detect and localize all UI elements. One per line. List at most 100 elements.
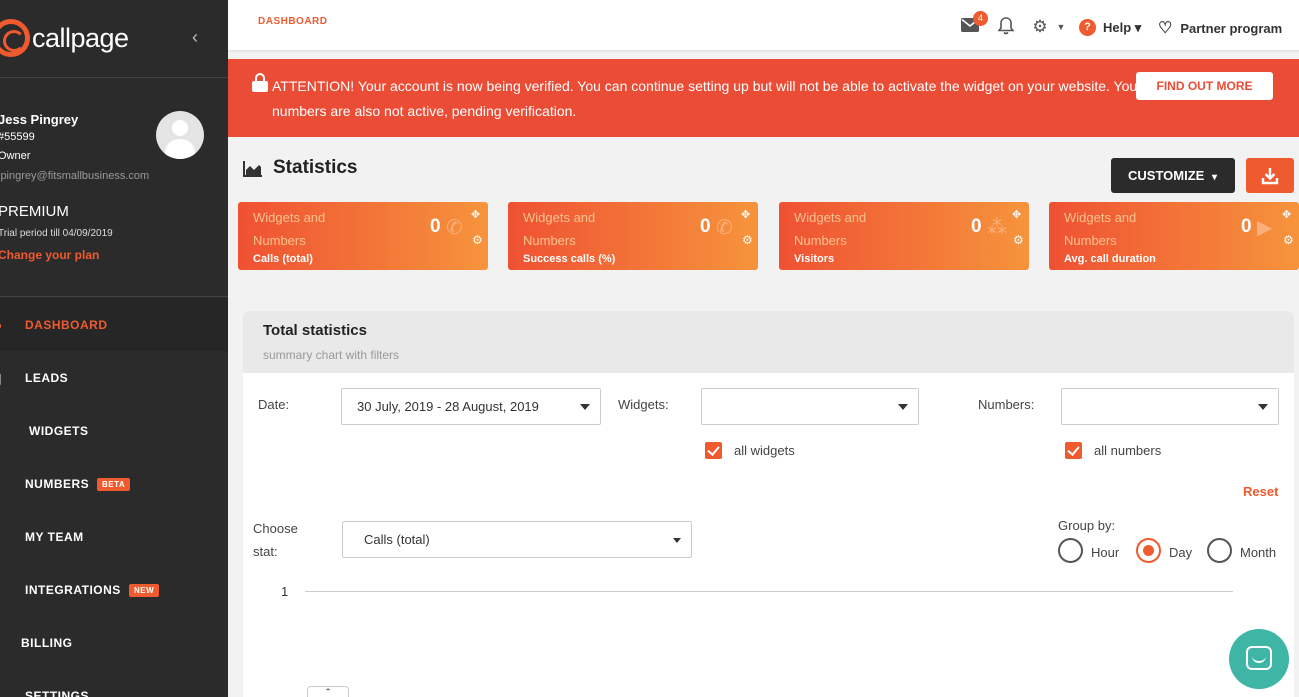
breadcrumb[interactable]: DASHBOARD (258, 16, 328, 27)
move-icon[interactable]: ✥ (471, 208, 480, 221)
chevron-down-icon (898, 404, 908, 410)
card-value: 0 (700, 216, 711, 237)
card-label: Success calls (%) (523, 253, 616, 265)
download-icon (1261, 168, 1279, 185)
panel-subtitle: summary chart with filters (263, 348, 400, 362)
stat-card-success-calls[interactable]: Widgets and Numbers Success calls (%) 0 … (508, 202, 758, 270)
radio-label: Hour (1091, 545, 1120, 560)
chevron-down-icon[interactable]: ▼ (1051, 17, 1071, 37)
all-widgets-label: all widgets (734, 443, 795, 458)
divider (0, 77, 228, 78)
chevron-down-icon (580, 404, 590, 410)
dashboard-icon: ● (0, 318, 8, 332)
card-title: Widgets and Numbers (1064, 210, 1137, 248)
nav-label: WIDGETS (29, 424, 89, 438)
download-button[interactable] (1246, 158, 1294, 193)
verification-alert: ATTENTION! Your account is now being ver… (228, 59, 1299, 137)
bell-icon[interactable] (996, 17, 1016, 37)
card-label: Visitors (794, 253, 835, 265)
chart-gridline (305, 591, 1233, 592)
user-email: jpingrey@fitsmallbusiness.com (0, 170, 150, 182)
gear-icon[interactable]: ⚙ (1030, 17, 1050, 37)
all-numbers-checkbox[interactable] (1065, 442, 1082, 459)
panel-header: Total statistics summary chart with filt… (243, 311, 1294, 373)
group-by-hour-radio[interactable] (1058, 538, 1083, 563)
statistics-title: Statistics (273, 157, 358, 178)
divider (0, 296, 228, 297)
nav-item-numbers[interactable]: • NUMBERS BETA (0, 457, 228, 510)
change-plan-link[interactable]: Change your plan (0, 248, 99, 262)
help-menu[interactable]: Help ▾ (1103, 20, 1141, 36)
card-title: Widgets and Numbers (523, 210, 596, 248)
chevron-down-icon (1258, 404, 1268, 410)
card-value: 0 (971, 216, 982, 237)
move-icon[interactable]: ✥ (741, 208, 750, 221)
help-icon[interactable]: ? (1079, 19, 1096, 36)
share-icon: ⁂ (987, 217, 1007, 239)
phone-icon: • (0, 477, 8, 491)
nav-item-my-team[interactable]: • MY TEAM (0, 510, 228, 563)
chart-y-tick: 1 (281, 584, 289, 599)
sidebar: callpage ‹ Jess Pingrey #55599 Owner jpi… (0, 0, 228, 697)
nav-item-leads[interactable]: ▯ LEADS (0, 351, 228, 404)
nav-label: DASHBOARD (25, 318, 108, 332)
card-label: Avg. call duration (1064, 253, 1156, 265)
nav-item-integrations[interactable]: ⁄ INTEGRATIONS NEW (0, 563, 228, 616)
nav-label: INTEGRATIONS (25, 583, 121, 597)
partner-program-link[interactable]: ♡ Partner program (1158, 18, 1282, 38)
nav-item-dashboard[interactable]: ● DASHBOARD (0, 298, 228, 351)
nav-label: SETTINGS (25, 689, 90, 697)
scroll-up-icon[interactable]: ⌃ (307, 686, 349, 697)
gear-icon[interactable]: ⚙ (1283, 233, 1294, 247)
user-name: Jess Pingrey (0, 112, 79, 127)
group-by-month-radio[interactable] (1207, 538, 1232, 563)
all-numbers-label: all numbers (1094, 443, 1162, 458)
numbers-select[interactable] (1061, 388, 1279, 425)
radio-label: Day (1169, 545, 1193, 560)
heart-icon: ♡ (1158, 20, 1173, 37)
date-range-select[interactable]: 30 July, 2019 - 28 August, 2019 (341, 388, 601, 425)
move-icon[interactable]: ✥ (1012, 208, 1021, 221)
group-by-day-radio[interactable] (1136, 538, 1161, 563)
callpage-logo[interactable]: callpage (0, 18, 129, 58)
user-role: Owner (0, 150, 31, 162)
nav-label: LEADS (25, 371, 69, 385)
nav-item-settings[interactable]: SETTINGS (0, 669, 228, 697)
chevron-down-icon (673, 538, 681, 543)
all-widgets-checkbox[interactable] (705, 442, 722, 459)
logo-icon (0, 19, 30, 57)
stat-select[interactable]: Calls (total) (342, 521, 692, 558)
phone-ring-icon: ✆ (446, 217, 463, 239)
user-id: #55599 (0, 131, 35, 143)
card-value: 0 (430, 216, 441, 237)
radio-label: Month (1240, 545, 1277, 560)
numbers-label: Numbers: (978, 397, 1035, 412)
topbar: DASHBOARD 4 ⚙ ▼ ? Help ▾ ♡ Partner progr… (228, 0, 1299, 52)
nav-item-widgets[interactable]: ⟩ WIDGETS (0, 404, 228, 457)
lock-icon (252, 73, 268, 92)
widgets-label: Widgets: (618, 397, 669, 412)
total-statistics-panel: Total statistics summary chart with filt… (243, 311, 1294, 697)
gear-icon[interactable]: ⚙ (1013, 233, 1024, 247)
logo-text: callpage (32, 22, 129, 53)
nav-item-billing[interactable]: BILLING (0, 616, 228, 669)
plan-trial: Trial period till 04/09/2019 (0, 228, 113, 239)
gear-icon[interactable]: ⚙ (742, 233, 753, 247)
partner-program-label: Partner program (1180, 20, 1283, 36)
leads-icon: ▯ (0, 371, 8, 385)
reset-link[interactable]: Reset (1243, 484, 1278, 499)
stat-card-avg-call-duration[interactable]: Widgets and Numbers Avg. call duration 0… (1049, 202, 1299, 270)
widgets-select[interactable] (701, 388, 919, 425)
move-icon[interactable]: ✥ (1282, 208, 1291, 221)
stat-card-visitors[interactable]: Widgets and Numbers Visitors 0 ⁂ ✥ ⚙ (779, 202, 1029, 270)
customize-button[interactable]: CUSTOMIZE ▾ (1111, 158, 1235, 193)
stat-card-calls-total[interactable]: Widgets and Numbers Calls (total) 0 ✆ ✥ … (238, 202, 488, 270)
avatar[interactable] (156, 111, 204, 159)
chat-launcher-button[interactable] (1229, 629, 1289, 689)
card-title: Widgets and Numbers (794, 210, 867, 248)
find-out-more-button[interactable]: FIND OUT MORE (1136, 72, 1273, 100)
gear-icon[interactable]: ⚙ (472, 233, 483, 247)
nav-label: BILLING (21, 636, 73, 650)
collapse-sidebar-icon[interactable]: ‹ (186, 26, 204, 48)
chart-area-icon (243, 161, 263, 177)
